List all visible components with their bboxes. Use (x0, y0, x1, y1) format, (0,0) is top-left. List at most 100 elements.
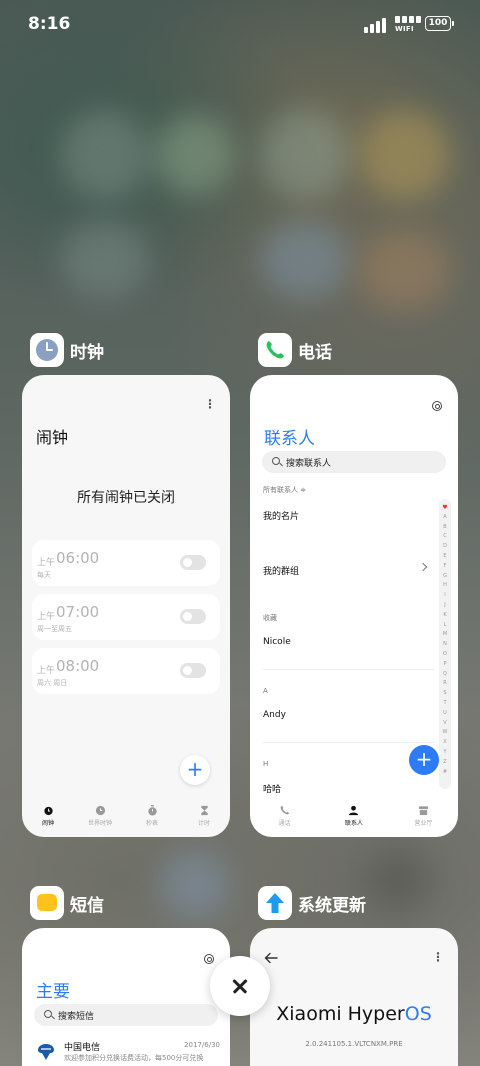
battery-icon: 100 (425, 16, 454, 31)
index-letter[interactable]: H (443, 581, 447, 591)
app-header-clock[interactable]: 时钟 (30, 333, 104, 367)
contacts-filter[interactable]: 所有联系人 ≑ (263, 485, 306, 495)
wallpaper-blob (160, 850, 230, 920)
index-letter[interactable]: R (443, 679, 446, 689)
my-card-row[interactable]: 我的名片 (263, 509, 299, 522)
index-letter[interactable]: B (443, 523, 446, 533)
search-placeholder: 搜索短信 (58, 1012, 95, 1022)
signal-icon (364, 17, 390, 33)
index-letter[interactable]: D (443, 542, 447, 552)
app-header-phone[interactable]: 电话 (258, 333, 332, 367)
index-letter[interactable]: Z (443, 758, 446, 768)
page-title: 联系人 (264, 429, 315, 449)
divider (263, 669, 435, 670)
index-letter[interactable]: G (443, 572, 447, 582)
index-letter[interactable]: P (443, 660, 446, 670)
tab-calls[interactable]: 通话 (250, 805, 319, 835)
messages-search-input[interactable]: 搜索短信 (34, 1004, 218, 1026)
message-list-item[interactable]: 中国电信 2017/6/30 欢迎参加积分兑换话费活动，每500分可兑换 (34, 1040, 220, 1066)
index-letter[interactable]: W (443, 728, 448, 738)
alarm-item[interactable]: 上午 08:00 周六 周日 (32, 648, 220, 694)
index-letter[interactable]: J (444, 601, 445, 611)
contact-row[interactable]: 哈哈 (263, 782, 281, 795)
tab-label: 计时 (197, 820, 210, 827)
wallpaper-blob (360, 110, 450, 200)
page-title: 闹钟 (36, 428, 69, 447)
tab-timer[interactable]: 计时 (178, 805, 230, 835)
alarm-time: 06:00 (56, 549, 100, 567)
settings-gear-icon[interactable] (204, 954, 214, 964)
index-letter[interactable]: # (443, 768, 447, 778)
add-alarm-button[interactable]: + (180, 755, 210, 785)
index-letter[interactable]: I (444, 591, 445, 601)
alarm-item[interactable]: 上午 07:00 周一至周五 (32, 594, 220, 640)
index-letter[interactable]: Q (443, 670, 447, 680)
status-bar: 8:16 WIFI 100 (0, 0, 480, 50)
index-letter[interactable]: T (443, 699, 446, 709)
tab-world-clock[interactable]: 世界时钟 (74, 805, 126, 835)
more-icon[interactable]: ⋮ (204, 397, 216, 411)
messages-app-card[interactable]: 主要 搜索短信 中国电信 2017/6/30 欢迎参加积分兑换话费活动，每500… (22, 928, 230, 1066)
alarm-ampm: 上午 (37, 666, 56, 676)
search-icon (272, 457, 280, 465)
message-date: 2017/6/30 (184, 1041, 220, 1049)
tab-alarm[interactable]: 闹钟 (22, 805, 74, 835)
app-name: 时钟 (70, 342, 104, 363)
message-preview: 欢迎参加积分兑换话费活动，每500分可兑换 (64, 1054, 204, 1062)
alarm-toggle[interactable] (180, 555, 206, 570)
app-header-system-update[interactable]: 系统更新 (258, 886, 366, 920)
tab-service-hall[interactable]: 营业厅 (389, 805, 458, 835)
alarm-time: 08:00 (56, 657, 100, 675)
index-letter[interactable]: X (443, 738, 446, 748)
settings-gear-icon[interactable] (432, 401, 442, 411)
index-letter[interactable]: C (443, 532, 447, 542)
wallpaper-blob (370, 850, 430, 910)
alphabet-index[interactable]: ♥ A B C D E F G H I J K L M N O P Q R S T U V W X Y Z # (439, 499, 451, 789)
system-update-app-icon (258, 886, 292, 920)
back-arrow-icon[interactable] (264, 952, 278, 964)
bottom-tab-bar: 闹钟 世界时钟 秒表 计时 (22, 805, 230, 835)
index-letter[interactable]: S (443, 689, 446, 699)
index-letter[interactable]: O (443, 650, 447, 660)
brand-prefix: Xiaomi Hyper (276, 1003, 405, 1025)
index-letter[interactable]: M (443, 630, 447, 640)
tab-contacts[interactable]: 联系人 (319, 805, 388, 835)
tab-stopwatch[interactable]: 秒表 (126, 805, 178, 835)
wallpaper-blob (260, 220, 350, 300)
index-letter[interactable]: E (443, 552, 446, 562)
section-header: H (263, 760, 269, 768)
alarm-toggle[interactable] (180, 609, 206, 624)
page-title: 主要 (36, 982, 70, 1002)
system-update-app-card[interactable]: ⋮ Xiaomi HyperOS 2.0.241105.1.VLTCNXM.PR… (250, 928, 458, 1066)
index-letter[interactable]: K (443, 611, 446, 621)
index-letter[interactable]: U (443, 709, 447, 719)
index-letter[interactable]: F (444, 562, 447, 572)
app-header-messages[interactable]: 短信 (30, 886, 104, 920)
contact-row[interactable]: Andy (263, 710, 286, 720)
index-letter[interactable]: N (443, 640, 447, 650)
stopwatch-icon (147, 805, 157, 816)
index-letter[interactable]: V (443, 719, 446, 729)
app-name: 短信 (70, 895, 104, 916)
world-clock-icon (95, 805, 105, 816)
wifi-icon: WIFI (395, 16, 421, 34)
index-letter[interactable]: A (443, 513, 446, 523)
contact-row[interactable]: Nicole (263, 637, 291, 647)
wallpaper-blob (260, 110, 350, 200)
alarm-ampm: 上午 (37, 612, 56, 622)
add-contact-button[interactable]: + (409, 745, 439, 775)
index-letter[interactable]: L (444, 621, 447, 631)
message-sender: 中国电信 (64, 1043, 101, 1053)
alarm-item[interactable]: 上午 06:00 每天 (32, 540, 220, 586)
more-icon[interactable]: ⋮ (432, 950, 444, 964)
phone-app-card[interactable]: 联系人 搜索联系人 所有联系人 ≑ 我的名片 我的群组 收藏 Nicole A … (250, 375, 458, 837)
clock-app-card[interactable]: ⋮ 闹钟 所有闹钟已关闭 上午 06:00 每天 上午 07:00 周一至周五 … (22, 375, 230, 837)
close-all-button[interactable] (210, 956, 270, 1016)
index-letter[interactable]: Y (443, 748, 446, 758)
my-groups-row[interactable]: 我的群组 (263, 564, 299, 577)
alarm-toggle[interactable] (180, 663, 206, 678)
contacts-search-input[interactable]: 搜索联系人 (262, 451, 446, 473)
favorites-heart-icon[interactable]: ♥ (442, 503, 447, 513)
alarm-time: 07:00 (56, 603, 100, 621)
app-name: 电话 (298, 342, 332, 363)
